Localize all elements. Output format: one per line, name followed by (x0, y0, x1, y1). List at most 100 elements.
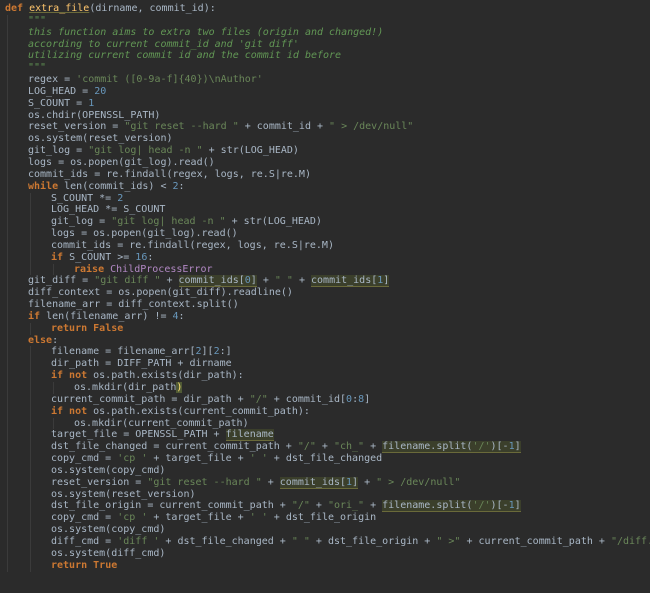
code-line[interactable]: commit_ids = re.findall(regex, logs, re.… (0, 239, 650, 252)
code-token: filename = filename_arr[ (51, 346, 196, 358)
code-token: (LOG_HEAD) (238, 145, 299, 157)
code-line[interactable]: git_diff = "git diff " + commit_ids[0] +… (0, 275, 650, 288)
indent-guide (30, 535, 31, 548)
code-line[interactable]: target_file = OPENSSL_PATH + filename (0, 429, 650, 442)
indent-guide (7, 38, 8, 51)
code-line[interactable]: according to current commit_id and 'git … (0, 38, 650, 51)
code-token: + (202, 145, 221, 157)
indent-guide (7, 370, 8, 382)
code-token: copy_cmd = (51, 512, 118, 524)
code-line[interactable]: """ (0, 62, 650, 75)
code-token: diff_cmd = (51, 535, 118, 547)
code-line[interactable]: logs = os.popen(git_log).read() (0, 156, 650, 169)
code-line[interactable]: os.mkdir(current_commit_path) (0, 417, 650, 430)
code-line[interactable]: if not os.path.exists(current_commit_pat… (0, 405, 650, 418)
code-token: raise (74, 263, 105, 275)
code-token: (filename_arr) != (64, 310, 173, 322)
code-token: ] (514, 441, 521, 454)
code-token: os.system(copy_cmd) (51, 524, 166, 536)
code-line[interactable]: os.mkdir(dir_path) (0, 382, 650, 394)
indent-guide (7, 50, 8, 63)
code-line[interactable]: this function aims to extra two files (o… (0, 26, 650, 39)
code-line[interactable]: os.system(copy_cmd) (0, 464, 650, 477)
code-token: " >" (436, 535, 461, 547)
code-line[interactable]: while len(commit_ids) < 2: (0, 180, 650, 193)
indent-guide (30, 370, 31, 382)
code-token: git_log = (51, 216, 112, 228)
code-token: " > /dev/null" (329, 121, 414, 133)
code-line[interactable]: raise ChildProcessError (0, 263, 650, 276)
code-line[interactable]: dir_path = DIFF_PATH + dirname (0, 358, 650, 371)
code-line[interactable]: utilizing current commit id and the comm… (0, 50, 650, 63)
indent-guide (30, 382, 31, 394)
code-token: 'cp ' (117, 512, 148, 524)
code-line[interactable]: diff_cmd = 'diff ' + dst_file_changed + … (0, 535, 650, 548)
code-token: (dirname, commit_id): (89, 3, 216, 14)
code-line[interactable]: return True (0, 559, 650, 572)
indent-guide (7, 476, 8, 489)
code-line[interactable]: copy_cmd = 'cp ' + target_file + ' ' + d… (0, 453, 650, 465)
code-line[interactable]: if len(filename_arr) != 4: (0, 310, 650, 323)
code-token: os.mkdir(current_commit_path) (74, 417, 249, 429)
code-token: : (178, 180, 185, 192)
indent-guide (7, 429, 8, 442)
code-token: " " (274, 275, 293, 287)
indent-guide (7, 512, 8, 525)
code-token: os.system(reset_version) (51, 488, 196, 500)
code-line[interactable]: reset_version = "git reset --hard " + co… (0, 121, 650, 134)
code-token: "git log| head -n " (111, 216, 226, 228)
code-token: "git reset --hard " (147, 476, 262, 488)
code-line[interactable]: def extra_file(dirname, commit_id): (0, 3, 650, 15)
code-line[interactable]: git_log = "git log| head -n " + str(LOG_… (0, 145, 650, 157)
indent-guide (30, 192, 31, 205)
code-token: utilizing current commit id and the comm… (28, 50, 342, 62)
indent-guide (7, 417, 8, 430)
code-token: + current_commit_path + (460, 535, 611, 547)
code-token: dst_file_origin = current_commit_path + (51, 500, 292, 512)
indent-guide (7, 133, 8, 146)
code-token: : (147, 251, 154, 263)
code-line[interactable]: diff_context = os.popen(git_diff).readli… (0, 287, 650, 300)
code-token: regex = (28, 74, 77, 86)
code-line[interactable]: else: (0, 334, 650, 347)
code-line[interactable]: current_commit_path = dir_path + "/" + c… (0, 393, 650, 406)
code-line[interactable]: regex = 'commit ([0-9a-f]{40})\nAuthor' (0, 74, 650, 86)
code-line[interactable]: S_COUNT = 1 (0, 97, 650, 110)
code-line[interactable]: if not os.path.exists(dir_path): (0, 370, 650, 382)
code-line[interactable]: return False (0, 322, 650, 335)
indent-guide (30, 429, 31, 442)
code-line[interactable]: LOG_HEAD = 20 (0, 85, 650, 98)
code-line[interactable]: logs = os.popen(git_log).read() (0, 228, 650, 240)
indent-guide (7, 156, 8, 169)
code-token: " > /dev/null" (376, 476, 461, 488)
code-line[interactable]: commit_ids = re.findall(regex, logs, re.… (0, 168, 650, 181)
code-token: 2 (117, 192, 124, 204)
code-line[interactable]: filename_arr = diff_context.split() (0, 299, 650, 311)
code-line[interactable]: os.system(reset_version) (0, 133, 650, 146)
code-editor[interactable]: def extra_file(dirname, commit_id): """ th… (0, 0, 650, 593)
code-line[interactable]: os.system(diff_cmd) (0, 547, 650, 560)
code-token: '/' (472, 441, 491, 454)
code-line[interactable]: dst_file_origin = current_commit_path + … (0, 500, 650, 513)
code-token: "ch_" (333, 441, 365, 453)
code-token: filename (225, 429, 274, 442)
code-line[interactable]: os.system(reset_version) (0, 488, 650, 501)
code-line[interactable]: S_COUNT *= 2 (0, 192, 650, 205)
code-token: git_diff = (28, 275, 95, 287)
code-line[interactable]: os.chdir(OPENSSL_PATH) (0, 109, 650, 122)
code-line[interactable]: git_log = "git log| head -n " + str(LOG_… (0, 216, 650, 229)
code-token: dir_path = DIFF_PATH + dirname (51, 358, 232, 370)
code-line[interactable]: filename = filename_arr[2][2:] (0, 346, 650, 359)
indent-guide (53, 417, 54, 430)
indent-guide (7, 14, 8, 27)
code-line[interactable]: os.system(copy_cmd) (0, 524, 650, 536)
code-token: S_COUNT *= (51, 192, 118, 204)
code-line[interactable]: copy_cmd = 'cp ' + target_file + ' ' + d… (0, 512, 650, 525)
code-line[interactable]: LOG_HEAD *= S_COUNT (0, 204, 650, 217)
code-token: "git diff " (94, 275, 161, 287)
code-line[interactable]: dst_file_changed = current_commit_path +… (0, 441, 650, 454)
code-line[interactable]: """ (0, 14, 650, 27)
indent-guide (30, 476, 31, 489)
code-line[interactable]: if S_COUNT >= 16: (0, 251, 650, 264)
code-line[interactable]: reset_version = "git reset --hard " + co… (0, 476, 650, 489)
